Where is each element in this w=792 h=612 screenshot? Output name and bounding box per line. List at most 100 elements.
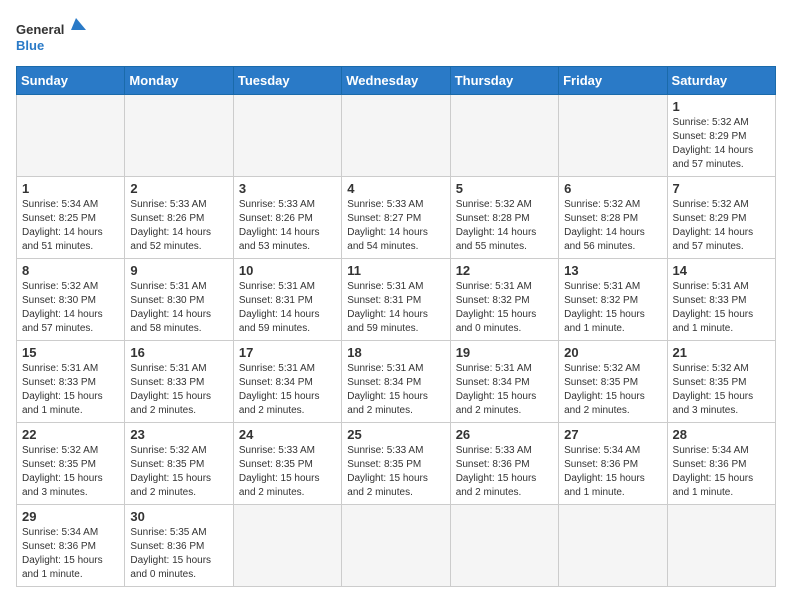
calendar-cell: 25 Sunrise: 5:33 AMSunset: 8:35 PMDayligh… xyxy=(342,423,450,505)
day-info: Sunrise: 5:34 AMSunset: 8:25 PMDaylight:… xyxy=(22,198,119,254)
calendar-cell: 3Sunrise: 5:33 AMSunset: 8:26 PMDaylight… xyxy=(233,177,341,259)
day-info: Sunrise: 5:32 AMSunset: 8:29 PMDaylight:… xyxy=(673,116,770,172)
day-info: Sunrise: 5:33 AMSunset: 8:26 PMDaylight:… xyxy=(130,198,227,254)
day-number: 10 xyxy=(239,263,336,278)
day-info: Sunrise: 5:31 AMSunset: 8:31 PMDaylight:… xyxy=(239,280,336,336)
week-row-3: 8Sunrise: 5:32 AMSunset: 8:30 PMDaylight… xyxy=(17,259,776,341)
calendar-cell: 10 Sunrise: 5:31 AMSunset: 8:31 PMDayligh… xyxy=(233,259,341,341)
page-header: General Blue xyxy=(16,16,776,58)
day-info: Sunrise: 5:31 AMSunset: 8:31 PMDaylight:… xyxy=(347,280,444,336)
day-number: 14 xyxy=(673,263,770,278)
calendar-table: SundayMondayTuesdayWednesdayThursdayFrid… xyxy=(16,66,776,587)
week-row-1: 1 Sunrise: 5:32 AMSunset: 8:29 PMDaylight… xyxy=(17,95,776,177)
calendar-cell xyxy=(450,95,558,177)
day-number: 22 xyxy=(22,427,119,442)
calendar-cell xyxy=(233,95,341,177)
day-info: Sunrise: 5:31 AMSunset: 8:33 PMDaylight:… xyxy=(130,362,227,418)
day-info: Sunrise: 5:32 AMSunset: 8:29 PMDaylight:… xyxy=(673,198,770,254)
logo-svg: General Blue xyxy=(16,16,86,58)
day-info: Sunrise: 5:31 AMSunset: 8:33 PMDaylight:… xyxy=(22,362,119,418)
calendar-header-row: SundayMondayTuesdayWednesdayThursdayFrid… xyxy=(17,67,776,95)
day-number: 25 xyxy=(347,427,444,442)
calendar-cell xyxy=(559,505,667,587)
calendar-cell: 24 Sunrise: 5:33 AMSunset: 8:35 PMDayligh… xyxy=(233,423,341,505)
day-number: 3 xyxy=(239,181,336,196)
calendar-cell: 15Sunrise: 5:31 AMSunset: 8:33 PMDayligh… xyxy=(17,341,125,423)
column-header-thursday: Thursday xyxy=(450,67,558,95)
day-number: 1 xyxy=(22,181,119,196)
calendar-cell xyxy=(233,505,341,587)
calendar-cell xyxy=(17,95,125,177)
day-number: 20 xyxy=(564,345,661,360)
calendar-cell xyxy=(559,95,667,177)
day-number: 13 xyxy=(564,263,661,278)
calendar-cell: 5 Sunrise: 5:32 AMSunset: 8:28 PMDaylight… xyxy=(450,177,558,259)
day-info: Sunrise: 5:32 AMSunset: 8:35 PMDaylight:… xyxy=(22,444,119,500)
day-info: Sunrise: 5:33 AMSunset: 8:27 PMDaylight:… xyxy=(347,198,444,254)
week-row-5: 22 Sunrise: 5:32 AMSunset: 8:35 PMDayligh… xyxy=(17,423,776,505)
day-info: Sunrise: 5:32 AMSunset: 8:35 PMDaylight:… xyxy=(564,362,661,418)
calendar-cell: 30Sunrise: 5:35 AMSunset: 8:36 PMDayligh… xyxy=(125,505,233,587)
day-number: 1 xyxy=(673,99,770,114)
column-header-friday: Friday xyxy=(559,67,667,95)
day-number: 19 xyxy=(456,345,553,360)
column-header-saturday: Saturday xyxy=(667,67,775,95)
day-info: Sunrise: 5:31 AMSunset: 8:32 PMDaylight:… xyxy=(564,280,661,336)
calendar-cell: 26 Sunrise: 5:33 AMSunset: 8:36 PMDayligh… xyxy=(450,423,558,505)
calendar-cell xyxy=(450,505,558,587)
calendar-cell xyxy=(342,505,450,587)
day-number: 7 xyxy=(673,181,770,196)
day-info: Sunrise: 5:34 AMSunset: 8:36 PMDaylight:… xyxy=(564,444,661,500)
day-info: Sunrise: 5:32 AMSunset: 8:28 PMDaylight:… xyxy=(456,198,553,254)
day-number: 6 xyxy=(564,181,661,196)
day-info: Sunrise: 5:34 AMSunset: 8:36 PMDaylight:… xyxy=(22,526,119,582)
calendar-cell: 1 Sunrise: 5:32 AMSunset: 8:29 PMDaylight… xyxy=(667,95,775,177)
svg-text:General: General xyxy=(16,22,64,37)
calendar-cell: 2Sunrise: 5:33 AMSunset: 8:26 PMDaylight… xyxy=(125,177,233,259)
day-info: Sunrise: 5:33 AMSunset: 8:35 PMDaylight:… xyxy=(239,444,336,500)
week-row-6: 29Sunrise: 5:34 AMSunset: 8:36 PMDayligh… xyxy=(17,505,776,587)
calendar-cell: 27 Sunrise: 5:34 AMSunset: 8:36 PMDayligh… xyxy=(559,423,667,505)
day-number: 11 xyxy=(347,263,444,278)
calendar-cell: 29Sunrise: 5:34 AMSunset: 8:36 PMDayligh… xyxy=(17,505,125,587)
calendar-cell: 21Sunrise: 5:32 AMSunset: 8:35 PMDayligh… xyxy=(667,341,775,423)
calendar-cell: 11 Sunrise: 5:31 AMSunset: 8:31 PMDayligh… xyxy=(342,259,450,341)
calendar-cell: 17 Sunrise: 5:31 AMSunset: 8:34 PMDayligh… xyxy=(233,341,341,423)
calendar-cell: 7 Sunrise: 5:32 AMSunset: 8:29 PMDaylight… xyxy=(667,177,775,259)
week-row-2: 1 Sunrise: 5:34 AMSunset: 8:25 PMDaylight… xyxy=(17,177,776,259)
day-info: Sunrise: 5:31 AMSunset: 8:34 PMDaylight:… xyxy=(239,362,336,418)
calendar-cell: 8Sunrise: 5:32 AMSunset: 8:30 PMDaylight… xyxy=(17,259,125,341)
day-info: Sunrise: 5:32 AMSunset: 8:35 PMDaylight:… xyxy=(673,362,770,418)
day-info: Sunrise: 5:31 AMSunset: 8:33 PMDaylight:… xyxy=(673,280,770,336)
calendar-cell: 20 Sunrise: 5:32 AMSunset: 8:35 PMDayligh… xyxy=(559,341,667,423)
day-number: 18 xyxy=(347,345,444,360)
calendar-cell: 22 Sunrise: 5:32 AMSunset: 8:35 PMDayligh… xyxy=(17,423,125,505)
day-number: 17 xyxy=(239,345,336,360)
day-info: Sunrise: 5:33 AMSunset: 8:35 PMDaylight:… xyxy=(347,444,444,500)
calendar-cell: 13 Sunrise: 5:31 AMSunset: 8:32 PMDayligh… xyxy=(559,259,667,341)
calendar-cell: 6 Sunrise: 5:32 AMSunset: 8:28 PMDaylight… xyxy=(559,177,667,259)
day-number: 27 xyxy=(564,427,661,442)
day-info: Sunrise: 5:32 AMSunset: 8:28 PMDaylight:… xyxy=(564,198,661,254)
column-header-sunday: Sunday xyxy=(17,67,125,95)
day-info: Sunrise: 5:31 AMSunset: 8:34 PMDaylight:… xyxy=(347,362,444,418)
day-number: 4 xyxy=(347,181,444,196)
calendar-cell: 28Sunrise: 5:34 AMSunset: 8:36 PMDayligh… xyxy=(667,423,775,505)
week-row-4: 15Sunrise: 5:31 AMSunset: 8:33 PMDayligh… xyxy=(17,341,776,423)
day-number: 8 xyxy=(22,263,119,278)
day-number: 5 xyxy=(456,181,553,196)
calendar-cell: 16Sunrise: 5:31 AMSunset: 8:33 PMDayligh… xyxy=(125,341,233,423)
day-info: Sunrise: 5:34 AMSunset: 8:36 PMDaylight:… xyxy=(673,444,770,500)
day-info: Sunrise: 5:31 AMSunset: 8:30 PMDaylight:… xyxy=(130,280,227,336)
day-info: Sunrise: 5:31 AMSunset: 8:32 PMDaylight:… xyxy=(456,280,553,336)
day-number: 30 xyxy=(130,509,227,524)
calendar-cell: 1 Sunrise: 5:34 AMSunset: 8:25 PMDaylight… xyxy=(17,177,125,259)
day-number: 24 xyxy=(239,427,336,442)
day-number: 23 xyxy=(130,427,227,442)
column-header-tuesday: Tuesday xyxy=(233,67,341,95)
calendar-cell: 23Sunrise: 5:32 AMSunset: 8:35 PMDayligh… xyxy=(125,423,233,505)
day-info: Sunrise: 5:33 AMSunset: 8:36 PMDaylight:… xyxy=(456,444,553,500)
day-number: 26 xyxy=(456,427,553,442)
column-header-wednesday: Wednesday xyxy=(342,67,450,95)
calendar-cell: 14 Sunrise: 5:31 AMSunset: 8:33 PMDayligh… xyxy=(667,259,775,341)
